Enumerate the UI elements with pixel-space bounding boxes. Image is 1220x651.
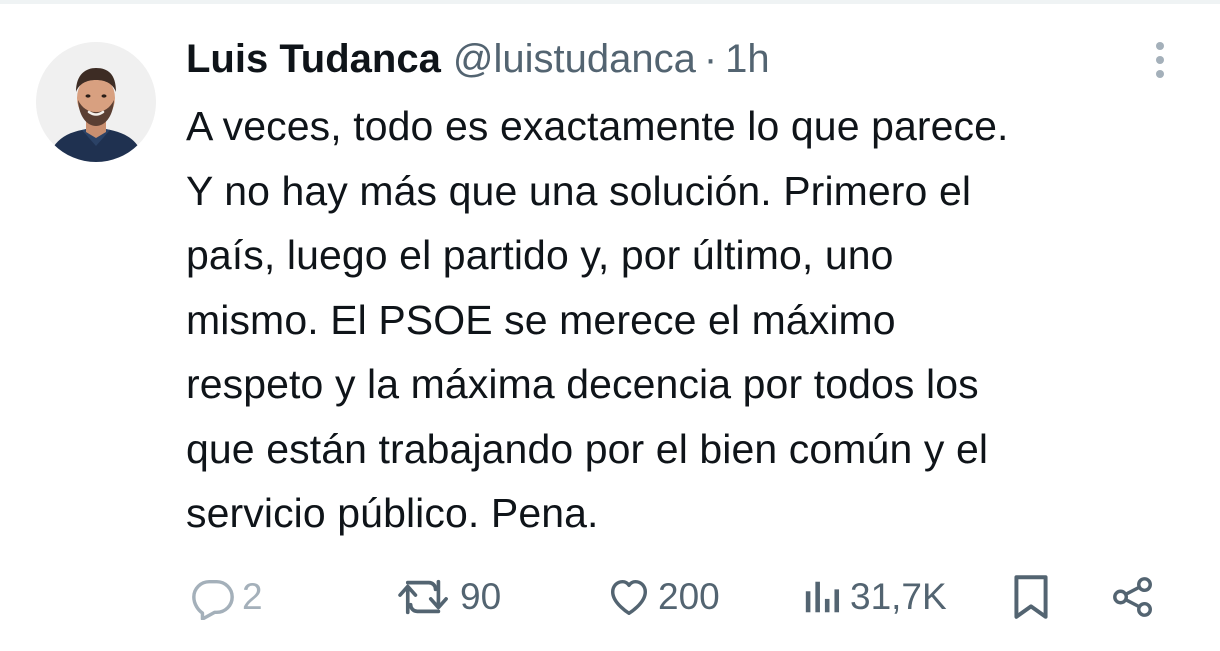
like-count: 200 (658, 576, 720, 617)
views-icon (805, 581, 840, 613)
reply-button[interactable]: 2 (190, 569, 263, 625)
handle[interactable]: @luistudanca (453, 34, 696, 84)
heart-icon (610, 579, 648, 616)
views-button[interactable]: 31,7K (802, 569, 947, 625)
timestamp[interactable]: 1h (725, 34, 770, 84)
reply-count: 2 (242, 576, 263, 617)
action-bar: 2 90 200 31,7K (0, 569, 1220, 625)
avatar[interactable] (36, 42, 156, 162)
more-vertical-icon (1156, 42, 1164, 78)
bookmark-icon (1014, 575, 1048, 619)
avatar-image (36, 42, 156, 162)
tweet-text: A veces, todo es exactamente lo que pare… (186, 103, 1009, 536)
tweet[interactable]: Luis Tudanca @luistudanca · 1h A veces, … (0, 4, 1220, 651)
tweet-header: Luis Tudanca @luistudanca · 1h (186, 34, 770, 84)
views-count: 31,7K (850, 576, 947, 617)
retweet-icon (398, 579, 448, 615)
share-icon (1113, 577, 1152, 617)
retweet-button[interactable]: 90 (396, 569, 501, 625)
like-button[interactable]: 200 (606, 569, 720, 625)
share-button[interactable] (1110, 569, 1156, 625)
retweet-count: 90 (460, 576, 502, 617)
reply-icon (192, 579, 234, 620)
separator-dot: · (703, 37, 718, 81)
more-options-button[interactable] (1142, 38, 1178, 82)
bookmark-button[interactable] (1010, 569, 1052, 625)
display-name[interactable]: Luis Tudanca (186, 34, 441, 84)
